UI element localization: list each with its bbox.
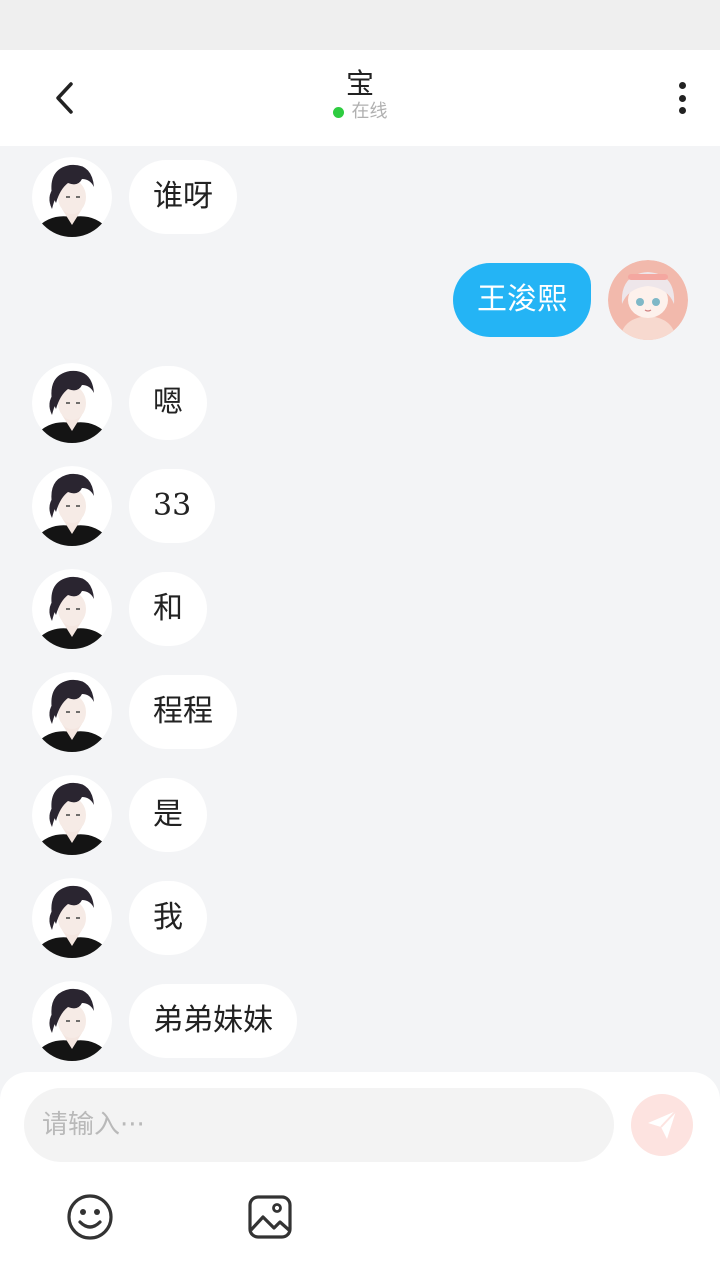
incoming-message: 和	[0, 569, 720, 649]
message-bubble[interactable]: 王浚熙	[453, 263, 591, 337]
contact-avatar[interactable]	[32, 878, 112, 958]
incoming-message: 33	[0, 466, 720, 546]
image-button[interactable]	[245, 1192, 295, 1242]
image-icon	[248, 1195, 292, 1239]
message-input[interactable]	[24, 1088, 614, 1162]
more-dot-icon	[678, 94, 686, 102]
send-icon	[648, 1110, 677, 1139]
online-status-text: 在线	[351, 101, 388, 122]
my-avatar[interactable]	[608, 260, 688, 340]
contact-avatar[interactable]	[32, 466, 112, 546]
incoming-message: 弟弟妹妹	[0, 981, 720, 1061]
message-bubble[interactable]: 33	[129, 469, 216, 543]
message-bubble[interactable]: 弟弟妹妹	[129, 984, 297, 1058]
more-dot-icon	[678, 107, 686, 114]
composer-panel	[0, 1072, 720, 1280]
message-bubble[interactable]: 是	[129, 778, 207, 852]
chat-header: 宝 在线	[0, 50, 720, 146]
message-bubble[interactable]: 程程	[129, 675, 237, 749]
contact-avatar[interactable]	[32, 775, 112, 855]
incoming-message: 谁呀	[0, 157, 720, 237]
incoming-message: 程程	[0, 672, 720, 752]
emoji-button[interactable]	[65, 1192, 115, 1242]
contact-avatar[interactable]	[32, 981, 112, 1061]
contact-avatar[interactable]	[32, 363, 112, 443]
outgoing-message: 王浚熙	[0, 260, 720, 340]
incoming-message: 我	[0, 878, 720, 958]
status-bar	[0, 0, 720, 50]
online-dot-icon	[332, 106, 344, 118]
message-list[interactable]: 谁呀王浚熙嗯 33 和程程是我弟弟妹妹	[0, 146, 720, 1066]
online-status: 在线	[0, 102, 720, 122]
message-bubble[interactable]: 嗯	[129, 366, 207, 440]
incoming-message: 嗯	[0, 363, 720, 443]
send-button[interactable]	[631, 1094, 693, 1156]
smiley-icon	[67, 1194, 113, 1240]
chat-title: 宝	[345, 67, 374, 100]
contact-avatar[interactable]	[32, 672, 112, 752]
chat-title-block: 宝 在线	[0, 68, 720, 122]
more-dot-icon	[678, 82, 686, 89]
incoming-message: 是	[0, 775, 720, 855]
message-bubble[interactable]: 我	[129, 881, 207, 955]
message-bubble[interactable]: 谁呀	[129, 160, 237, 234]
contact-avatar[interactable]	[32, 157, 112, 237]
contact-avatar[interactable]	[32, 569, 112, 649]
more-options-button[interactable]	[666, 78, 698, 118]
message-bubble[interactable]: 和	[129, 572, 207, 646]
